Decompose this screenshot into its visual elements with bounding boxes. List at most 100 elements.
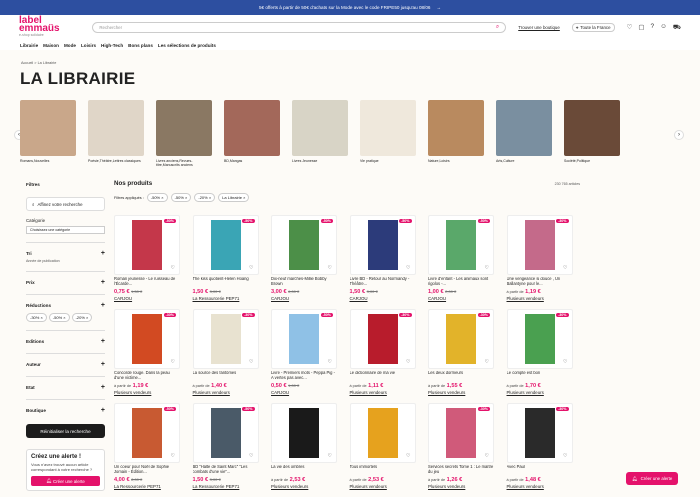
category-card[interactable]: Poésie,Théâtre,Lettres classiques (88, 100, 144, 168)
product-card[interactable]: -50% ♡ Livre d'enfant - Les animaux sont r… (428, 215, 494, 309)
seller-link[interactable]: CARJOU (271, 296, 337, 301)
product-image[interactable]: -30% ♡ (349, 309, 416, 369)
seller-link[interactable]: Plusieurs vendeurs (350, 484, 416, 489)
reduction-chip[interactable]: -50% × (48, 313, 70, 322)
product-image[interactable]: -50% ♡ (271, 215, 337, 275)
create-alert-button[interactable]: 🔔︎ Créer une alerte (31, 476, 100, 486)
promo-banner[interactable]: 5€ offerts à partir de 50€ d'achats sur … (0, 0, 700, 15)
filter-reductions[interactable]: Réductions + (26, 294, 105, 309)
breadcrumb[interactable]: Accueil > La Librairie (21, 61, 56, 65)
product-card[interactable]: -30% ♡ La source des fantômes à partir de 1… (192, 309, 259, 403)
category-image[interactable] (224, 100, 280, 156)
seller-link[interactable]: Plusieurs vendeurs (507, 296, 573, 301)
seller-link[interactable]: Plusieurs vendeurs (428, 390, 494, 395)
search-icon[interactable]: ⌕ (496, 24, 499, 31)
product-card[interactable]: -30% ♡ Concorde rouge. Dans la peau d'une … (114, 309, 180, 403)
product-title[interactable]: La source des fantômes (193, 371, 259, 381)
filter-sort[interactable]: Tri + (26, 242, 105, 257)
close-icon[interactable]: × (160, 195, 163, 200)
nav-item[interactable]: Bons plans (128, 43, 153, 48)
nav-item[interactable]: Librairie (20, 43, 38, 48)
applied-filter-chip[interactable]: -50% × (146, 193, 168, 202)
close-icon[interactable]: × (85, 315, 88, 320)
filter-editions[interactable]: Editions + (26, 330, 105, 345)
product-title[interactable]: Une vengeance si douce , Un Ballantyne p… (507, 277, 573, 287)
heart-icon[interactable]: ♡ (169, 453, 176, 459)
product-card[interactable]: -30% ♡ Le dictionnaire de ma vie à partir d… (349, 309, 416, 403)
product-card[interactable]: -50% ♡ Roman jeunesse - Le ruisseau de l'É… (114, 215, 180, 309)
close-icon[interactable]: × (184, 195, 187, 200)
seller-link[interactable]: Plusieurs vendeurs (507, 484, 573, 489)
close-icon[interactable]: × (242, 195, 245, 200)
seller-link[interactable]: CARJOU (271, 390, 337, 395)
category-select[interactable]: Choisissez une catégorie (26, 226, 105, 234)
category-image[interactable] (564, 100, 620, 156)
product-image[interactable]: -30% ♡ (114, 309, 180, 369)
product-card[interactable]: -50% ♡ BD "Halte de Saint Marc" "Les comba… (192, 403, 259, 497)
seller-link[interactable]: Plusieurs vendeurs (428, 484, 494, 489)
applied-filter-chip[interactable]: -20% × (194, 193, 216, 202)
help-icon[interactable]: ? (651, 23, 655, 32)
product-title[interactable]: Le dictionnaire de ma vie (350, 371, 416, 381)
find-store-link[interactable]: Trouver une boutique (518, 25, 560, 30)
product-title[interactable]: La vie des ombres (271, 465, 337, 475)
close-icon[interactable]: × (208, 195, 211, 200)
seller-link[interactable]: La Ressourcerie PEP71 (114, 484, 180, 489)
product-title[interactable]: The kiss quotient-Helen Hoang (193, 277, 259, 287)
product-card[interactable]: ♡ La vie des ombres à partir de 2,53 € Plus… (271, 403, 337, 497)
product-image[interactable]: ♡ (349, 403, 416, 463)
product-card[interactable]: -30% ♡ Les deux dormeurs à partir de 1,55 €… (428, 309, 494, 403)
category-card[interactable]: Arts,Culture (496, 100, 552, 168)
category-card[interactable]: BD,Mangas (224, 100, 280, 168)
product-card[interactable]: -30% ♡ Une vengeance si douce , Un Ballant… (506, 215, 573, 309)
seller-link[interactable]: CARJOU (350, 296, 416, 301)
product-title[interactable]: Un coeur pour Noël de Sophie Jomain - Éd… (114, 465, 180, 475)
product-card[interactable]: -50% ♡ Un coeur pour Noël de Sophie Jomain… (114, 403, 180, 497)
product-title[interactable]: Concorde rouge. Dans la peau d'une victi… (114, 371, 180, 381)
product-title[interactable]: Dix-neuf marches-Millie Bobby Brown (271, 277, 337, 287)
create-alert-fab[interactable]: 🔔︎ Créer une alerte (626, 472, 679, 485)
product-card[interactable]: -50% ♡ The kiss quotient-Helen Hoang 1,50 €… (192, 215, 259, 309)
category-card[interactable]: Nature,Loisirs (428, 100, 484, 168)
product-title[interactable]: Le compte est bon (507, 371, 573, 381)
product-card[interactable]: -50% ♡ Livre - Premiers mots - Peppa Pig -… (271, 309, 337, 403)
product-title[interactable]: Livre - Premiers mots - Peppa Pig - A ve… (271, 371, 337, 381)
nav-item[interactable]: Loisirs (81, 43, 96, 48)
seller-link[interactable]: Plusieurs vendeurs (193, 390, 259, 395)
heart-icon[interactable]: ♡ (483, 359, 490, 365)
category-card[interactable]: Société,Politique (564, 100, 620, 168)
category-card[interactable]: Vie pratique (360, 100, 416, 168)
product-title[interactable]: Avec Paul (507, 465, 573, 475)
reset-button[interactable]: Réinitialiser la recherche (26, 424, 105, 438)
product-image[interactable]: -50% ♡ (271, 309, 337, 369)
category-card[interactable]: Romans,Nouvelles (20, 100, 76, 168)
product-title[interactable]: Services secrets Tome 1 : Le maître du j… (428, 465, 494, 475)
applied-filter-chip[interactable]: -50% × (170, 193, 192, 202)
heart-icon[interactable]: ♡ (169, 265, 176, 271)
nav-item[interactable]: Les sélections de produits (158, 43, 216, 48)
heart-icon[interactable]: ♡ (562, 359, 569, 365)
cart-icon[interactable]: ⛟ (673, 23, 681, 32)
product-image[interactable]: -30% ♡ (192, 309, 259, 369)
product-title[interactable]: BD "Halte de Saint Marc" "Les combats d'… (193, 465, 259, 475)
product-image[interactable]: -50% ♡ (349, 215, 416, 275)
filter-auteur[interactable]: Auteur + (26, 353, 105, 368)
category-image[interactable] (20, 100, 76, 156)
category-image[interactable] (428, 100, 484, 156)
product-image[interactable]: -50% ♡ (192, 403, 259, 463)
heart-icon[interactable]: ♡ (562, 453, 569, 459)
category-card[interactable]: Livres anciens,Revues-titre,Manuscrits a… (156, 100, 212, 168)
product-image[interactable]: -30% ♡ (428, 403, 494, 463)
heart-icon[interactable]: ♡ (326, 359, 333, 365)
location-selector[interactable]: ⌖ Toute la France (571, 23, 615, 32)
heart-icon[interactable]: ♡ (405, 359, 412, 365)
bag-icon[interactable]: ▢ (638, 23, 644, 32)
category-image[interactable] (360, 100, 416, 156)
search-input[interactable]: Rechercher ⌕ (92, 22, 507, 33)
category-image[interactable] (156, 100, 212, 156)
seller-link[interactable]: CARJOU (114, 296, 180, 301)
category-card[interactable]: Livres Jeunesse (292, 100, 348, 168)
category-image[interactable] (496, 100, 552, 156)
product-card[interactable]: -50% ♡ Livre BD - Retour au Normandy - Thé… (349, 215, 416, 309)
heart-icon[interactable]: ♡ (326, 265, 333, 271)
